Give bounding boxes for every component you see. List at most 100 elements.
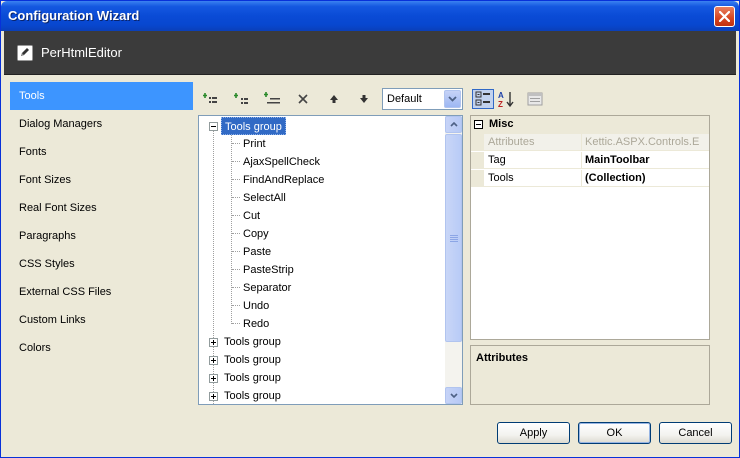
delete-button[interactable] xyxy=(292,89,314,109)
window-title: Configuration Wizard xyxy=(8,8,140,23)
tree-group-collapsed[interactable]: Tools group xyxy=(224,351,281,369)
add-tool-icon xyxy=(234,93,248,104)
scroll-down-button[interactable] xyxy=(445,387,462,404)
tree-item-paste[interactable]: Paste xyxy=(243,243,271,261)
tree-item-copy[interactable]: Copy xyxy=(243,225,269,243)
settings-nav: Tools Dialog Managers Fonts Font Sizes R… xyxy=(5,79,193,407)
scroll-thumb[interactable] xyxy=(445,134,462,342)
delete-icon xyxy=(298,94,308,104)
add-group-button[interactable] xyxy=(199,89,221,109)
svg-text:A: A xyxy=(498,91,504,100)
tree-expand-toggle[interactable] xyxy=(209,392,218,401)
row-gutter xyxy=(471,134,484,151)
property-description-panel: Attributes xyxy=(470,345,710,405)
close-button[interactable] xyxy=(714,6,735,27)
mode-select[interactable]: Default xyxy=(382,88,463,110)
tree-group-expanded[interactable]: Tools group xyxy=(221,117,286,135)
description-title: Attributes xyxy=(476,352,528,364)
tree-branch xyxy=(232,305,240,306)
grip-line xyxy=(450,235,458,236)
property-pages-button[interactable] xyxy=(524,89,546,109)
property-grid[interactable]: Misc Attributes Kettic.ASPX.Controls.E T… xyxy=(470,115,710,340)
close-icon xyxy=(719,11,730,22)
mode-select-dropdown-button[interactable] xyxy=(444,90,461,108)
editor-icon xyxy=(17,45,33,61)
nav-item-colors[interactable]: Colors xyxy=(10,334,193,362)
tools-tree[interactable]: Tools group Print AjaxSpellCheck FindAnd… xyxy=(198,115,463,405)
chevron-down-icon xyxy=(448,96,457,102)
chevron-down-icon xyxy=(449,393,458,398)
move-down-button[interactable] xyxy=(353,89,375,109)
apply-button[interactable]: Apply xyxy=(497,422,570,444)
property-name: Tools xyxy=(484,170,582,187)
tree-expand-toggle[interactable] xyxy=(209,356,218,365)
categorized-view-button[interactable] xyxy=(472,89,494,109)
tree-item-selectall[interactable]: SelectAll xyxy=(243,189,286,207)
sort-alphabetical-icon: A Z xyxy=(498,91,514,108)
tree-branch xyxy=(232,179,240,180)
tree-item-separator[interactable]: Separator xyxy=(243,279,291,297)
property-value: Kettic.ASPX.Controls.E xyxy=(585,136,700,148)
header-title: PerHtmlEditor xyxy=(41,45,122,60)
svg-text:Z: Z xyxy=(498,100,503,108)
property-pages-icon xyxy=(527,92,543,106)
property-row-attributes[interactable]: Attributes Kettic.ASPX.Controls.E xyxy=(471,134,709,151)
nav-item-dialog-managers[interactable]: Dialog Managers xyxy=(10,110,193,138)
grip-line xyxy=(450,241,458,242)
row-gutter xyxy=(471,170,484,187)
move-up-button[interactable] xyxy=(323,89,345,109)
tree-group-collapsed[interactable]: Tools group xyxy=(224,369,281,387)
ok-button[interactable]: OK xyxy=(578,422,651,444)
tree-branch xyxy=(232,197,240,198)
tree-branch xyxy=(232,161,240,162)
cancel-button[interactable]: Cancel xyxy=(659,422,732,444)
nav-item-paragraphs[interactable]: Paragraphs xyxy=(10,222,193,250)
scroll-up-button[interactable] xyxy=(445,116,462,133)
grip-line xyxy=(450,237,458,238)
title-bar[interactable]: Configuration Wizard xyxy=(1,1,739,31)
tree-branch xyxy=(232,233,240,234)
property-name: Tag xyxy=(484,152,582,169)
nav-item-css-styles[interactable]: CSS Styles xyxy=(10,250,193,278)
tree-branch xyxy=(232,251,240,252)
tree-expand-toggle[interactable] xyxy=(209,338,218,347)
tree-collapse-toggle[interactable] xyxy=(209,122,218,131)
row-gutter xyxy=(471,152,484,169)
nav-item-fonts[interactable]: Fonts xyxy=(10,138,193,166)
tree-guide-line xyxy=(231,134,232,324)
tree-expand-toggle[interactable] xyxy=(209,374,218,383)
move-up-icon xyxy=(330,95,338,103)
nav-item-font-sizes[interactable]: Font Sizes xyxy=(10,166,193,194)
property-value-collection[interactable]: (Collection) xyxy=(583,170,709,187)
tree-branch xyxy=(232,143,240,144)
category-header-misc[interactable]: Misc xyxy=(471,116,709,134)
tree-item-ajaxspellcheck[interactable]: AjaxSpellCheck xyxy=(243,153,320,171)
category-collapse-toggle[interactable] xyxy=(474,120,483,129)
add-separator-button[interactable] xyxy=(261,89,283,109)
add-tool-button[interactable] xyxy=(230,89,252,109)
tree-item-redo[interactable]: Redo xyxy=(243,315,269,333)
tree-branch xyxy=(232,287,240,288)
nav-item-custom-links[interactable]: Custom Links xyxy=(10,306,193,334)
categorized-icon xyxy=(475,91,490,106)
grip-line xyxy=(450,239,458,240)
tree-item-cut[interactable]: Cut xyxy=(243,207,260,225)
tree-item-pastestrip[interactable]: PasteStrip xyxy=(243,261,294,279)
tree-item-print[interactable]: Print xyxy=(243,135,266,153)
property-row-tools[interactable]: Tools (Collection) xyxy=(471,170,709,187)
nav-item-tools[interactable]: Tools xyxy=(10,82,193,110)
alphabetical-view-button[interactable]: A Z xyxy=(495,89,517,109)
tree-item-undo[interactable]: Undo xyxy=(243,297,269,315)
mode-select-value: Default xyxy=(387,93,422,105)
nav-item-real-font-sizes[interactable]: Real Font Sizes xyxy=(10,194,193,222)
tree-group-collapsed[interactable]: Tools group xyxy=(224,387,281,404)
property-value-input[interactable]: MainToolbar xyxy=(583,152,709,169)
property-row-tag[interactable]: Tag MainToolbar xyxy=(471,152,709,169)
tree-group-collapsed[interactable]: Tools group xyxy=(224,333,281,351)
header-band: PerHtmlEditor xyxy=(4,31,736,75)
configuration-wizard-window: Configuration Wizard PerHtmlEditor Tools… xyxy=(0,0,740,458)
nav-item-external-css-files[interactable]: External CSS Files xyxy=(10,278,193,306)
tree-vertical-scrollbar[interactable] xyxy=(445,116,462,404)
tree-item-findandreplace[interactable]: FindAndReplace xyxy=(243,171,324,189)
property-name: Attributes xyxy=(484,134,582,151)
